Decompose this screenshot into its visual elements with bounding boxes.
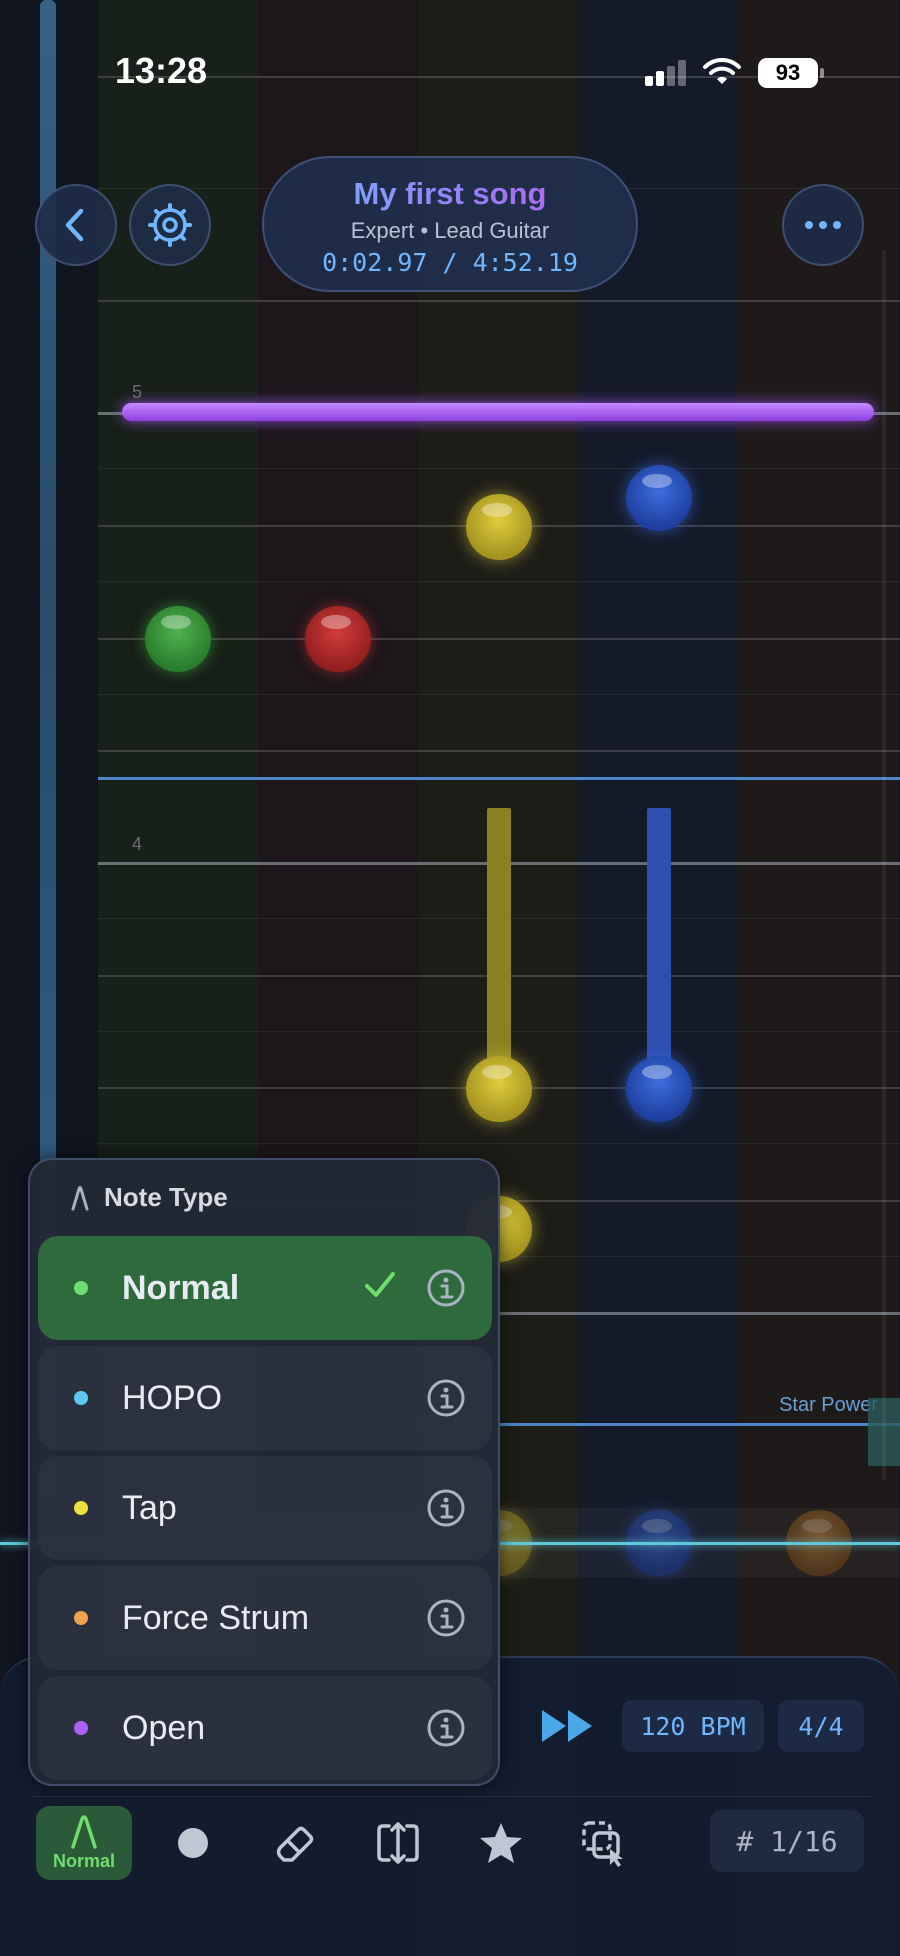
option-label: Tap xyxy=(122,1488,177,1527)
info-icon[interactable] xyxy=(426,1708,466,1748)
toolbar-divider xyxy=(30,1796,870,1797)
measure-number: 5 xyxy=(132,382,143,402)
sustain-tail-blue[interactable] xyxy=(647,808,671,1090)
scroll-track[interactable] xyxy=(882,250,886,1480)
tool-note-type-label: Normal xyxy=(52,1850,115,1871)
option-open[interactable]: Open xyxy=(38,1676,492,1780)
info-icon[interactable] xyxy=(426,1268,466,1308)
settings-button[interactable] xyxy=(129,184,211,266)
select-copy-icon xyxy=(582,1821,623,1867)
note-yellow[interactable] xyxy=(466,494,532,560)
info-icon[interactable] xyxy=(426,1378,466,1418)
more-button[interactable] xyxy=(782,184,864,266)
section-line xyxy=(98,777,900,780)
note-blue[interactable] xyxy=(626,465,692,531)
playback-time: 0:02.97 / 4:52.19 xyxy=(322,248,578,277)
note-type-icon xyxy=(71,1814,97,1849)
option-tap[interactable]: Tap xyxy=(38,1456,492,1560)
beat-line xyxy=(98,468,900,469)
wifi-icon xyxy=(703,57,741,84)
measure-counter[interactable]: # 1/16 xyxy=(710,1810,864,1872)
option-label: Force Strum xyxy=(122,1598,310,1637)
option-hopo[interactable]: HOPO xyxy=(38,1346,492,1450)
beat-line xyxy=(98,750,900,752)
beat-line xyxy=(98,1143,900,1144)
star-power-phrase[interactable] xyxy=(122,403,874,421)
info-icon[interactable] xyxy=(426,1488,466,1528)
note-red[interactable] xyxy=(305,606,371,672)
star-power-label: Star Power xyxy=(779,1394,878,1416)
tool-note-type[interactable]: Normal xyxy=(36,1806,132,1880)
beat-line xyxy=(98,638,900,640)
info-icon[interactable] xyxy=(426,1598,466,1638)
fast-forward-icon[interactable] xyxy=(540,1706,596,1746)
note-type-popover: Note Type Normal HOPO Tap Force Strum Op… xyxy=(28,1158,500,1786)
star-icon xyxy=(480,1823,522,1863)
note-blue[interactable] xyxy=(626,1056,692,1122)
chevron-left-icon xyxy=(65,208,84,242)
ellipsis-icon xyxy=(805,221,841,229)
back-button[interactable] xyxy=(35,184,117,266)
tap-dot-icon xyxy=(74,1501,88,1515)
song-subtitle: Expert • Lead Guitar xyxy=(350,218,550,243)
option-force-strum[interactable]: Force Strum xyxy=(38,1566,492,1670)
beat-line xyxy=(98,694,900,695)
song-title: My first song xyxy=(264,176,636,212)
checkmark-icon xyxy=(365,1272,395,1297)
tool-add-note[interactable] xyxy=(145,1806,241,1880)
sustain-tail-yellow[interactable] xyxy=(487,808,511,1090)
tool-erase[interactable] xyxy=(247,1806,343,1880)
popover-header: Note Type xyxy=(70,1182,228,1213)
tool-select-copy[interactable] xyxy=(556,1806,652,1880)
beat-line xyxy=(98,581,900,582)
option-label: Open xyxy=(122,1708,206,1747)
tool-move[interactable] xyxy=(350,1806,446,1880)
normal-dot-icon xyxy=(74,1281,88,1295)
note-yellow[interactable] xyxy=(466,1056,532,1122)
beat-line xyxy=(98,300,900,302)
force-strum-dot-icon xyxy=(74,1611,88,1625)
hopo-dot-icon xyxy=(74,1391,88,1405)
popover-title: Note Type xyxy=(104,1182,228,1212)
status-time: 13:28 xyxy=(115,50,208,91)
tool-star-power[interactable] xyxy=(453,1806,549,1880)
time-signature-chip[interactable]: 4/4 xyxy=(778,1700,864,1752)
option-label: Normal xyxy=(122,1268,240,1307)
song-info-pill[interactable]: My first song Expert • Lead Guitar 0:02.… xyxy=(262,156,638,292)
option-normal[interactable]: Normal xyxy=(38,1236,492,1340)
open-dot-icon xyxy=(74,1721,88,1735)
move-icon xyxy=(377,1822,419,1864)
note-green[interactable] xyxy=(145,606,211,672)
eraser-icon xyxy=(276,1826,314,1862)
measure-number: 4 xyxy=(132,834,143,854)
note-type-icon xyxy=(71,1185,89,1210)
cellular-signal-icon xyxy=(645,58,687,86)
circle-note-icon xyxy=(178,1828,208,1858)
option-label: HOPO xyxy=(122,1378,223,1417)
gear-icon xyxy=(148,203,192,247)
battery-indicator: 93 xyxy=(758,58,824,88)
bpm-chip[interactable]: 120 BPM xyxy=(622,1700,764,1752)
